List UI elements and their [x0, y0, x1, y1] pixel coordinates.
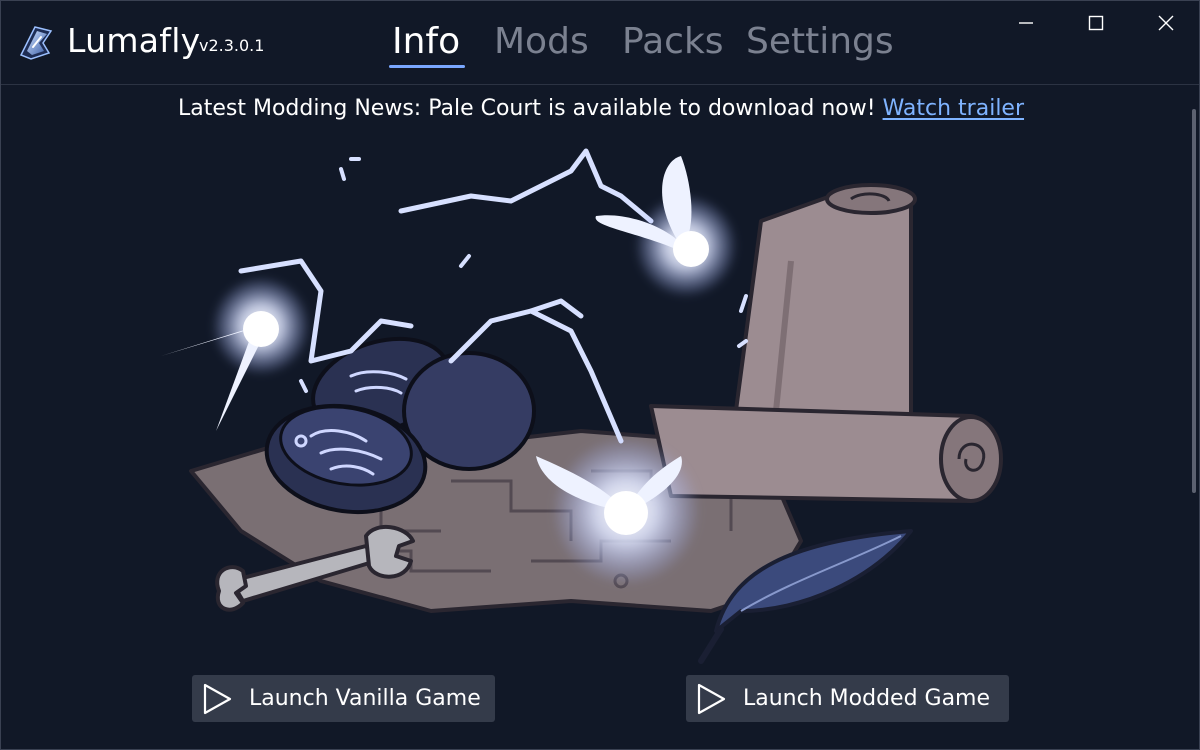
- scrollbar[interactable]: [1192, 109, 1196, 493]
- watch-trailer-link[interactable]: Watch trailer: [883, 96, 1024, 121]
- tab-mods[interactable]: Mods: [494, 21, 589, 62]
- scroll-lying: [649, 404, 1003, 503]
- minimize-button[interactable]: [991, 1, 1061, 45]
- play-icon: [697, 683, 726, 714]
- launch-modded-label: Launch Modded Game: [743, 686, 991, 711]
- minimize-icon: [1019, 22, 1033, 24]
- tab-packs[interactable]: Packs: [622, 21, 724, 62]
- maximize-icon: [1088, 15, 1104, 31]
- play-icon: [203, 683, 232, 714]
- app-window: Lumafly v2.3.0.1 Info Mods Packs Setting…: [0, 0, 1200, 750]
- hero-illustration: [161, 148, 1003, 664]
- news-text: Latest Modding News: Pale Court is avail…: [177, 96, 883, 121]
- launch-vanilla-button[interactable]: Launch Vanilla Game: [192, 675, 495, 722]
- close-icon: [1158, 15, 1174, 31]
- launch-vanilla-label: Launch Vanilla Game: [249, 686, 481, 711]
- tab-info[interactable]: Info: [392, 21, 460, 62]
- active-tab-indicator: [389, 65, 465, 68]
- close-button[interactable]: [1131, 1, 1200, 45]
- tab-settings[interactable]: Settings: [746, 21, 894, 62]
- maximize-button[interactable]: [1061, 1, 1131, 45]
- launch-modded-button[interactable]: Launch Modded Game: [686, 675, 1009, 722]
- title-bar[interactable]: Lumafly v2.3.0.1 Info Mods Packs Setting…: [1, 1, 1199, 85]
- news-banner: Latest Modding News: Pale Court is avail…: [1, 96, 1200, 121]
